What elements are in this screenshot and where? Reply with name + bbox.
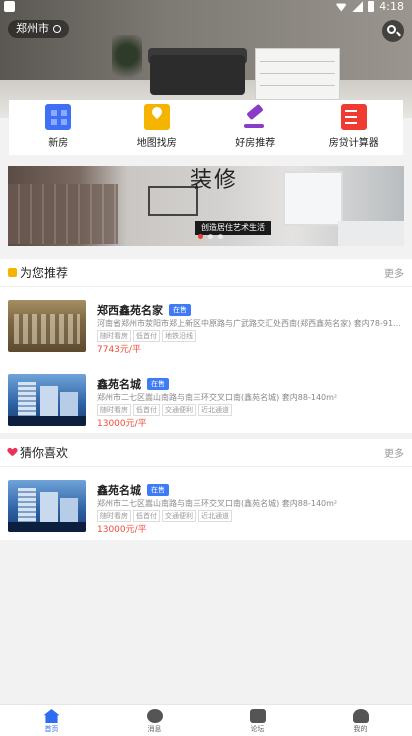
map-icon <box>143 104 170 130</box>
banner-tagline: 创造居住艺术生活 <box>195 221 271 235</box>
tab-label: 消息 <box>147 725 162 733</box>
menu-item-label: 地图找房 <box>136 138 177 149</box>
tab-profile[interactable]: 我的 <box>309 705 412 736</box>
bottom-tab-bar: 首页 消息 论坛 我的 <box>0 704 412 736</box>
more-link[interactable]: 更多 <box>384 265 404 280</box>
property-price: 13000元/平 <box>97 525 147 535</box>
menu-item-label: 新房 <box>48 138 69 149</box>
property-tag: 随时看房 <box>97 510 131 522</box>
hero-plant <box>112 35 142 85</box>
heart-icon <box>8 448 17 457</box>
property-photo <box>8 300 86 352</box>
list-item[interactable]: 鑫苑名城 在售 郑州市二七区嵩山南路与南三环交叉口南(鑫苑名城) 套内88-14… <box>0 467 412 541</box>
property-tag: 交通便利 <box>162 404 196 416</box>
property-price: 13000元/平 <box>97 419 147 429</box>
property-address: 河南省郑州市荥阳市郑上新区中原路与广武路交汇处西南(郑西鑫苑名家) 套内78-9… <box>97 319 401 328</box>
quick-menu: 新房 地图找房 好房推荐 房贷计算器 <box>9 100 403 155</box>
tab-forum[interactable]: 论坛 <box>206 705 309 736</box>
property-tag: 近北通道 <box>198 510 232 522</box>
chat-bubble-icon <box>146 709 163 723</box>
city-selector[interactable]: 郑州市 <box>8 20 69 38</box>
status-bar: 4:18 <box>0 0 412 14</box>
carousel-dot[interactable] <box>218 234 223 239</box>
search-icon <box>387 25 396 34</box>
calculator-icon <box>340 104 367 130</box>
property-tag: 低首付 <box>133 404 160 416</box>
battery-icon <box>368 1 375 12</box>
user-icon <box>352 709 369 723</box>
menu-item-loan-calculator[interactable]: 房贷计算器 <box>305 100 403 155</box>
guess-section: 猜你喜欢 更多 鑫苑名城 在售 郑州市二七区嵩山南路与南三环交叉口南(鑫苑名城)… <box>0 439 412 540</box>
thumbs-up-icon <box>8 268 17 277</box>
property-tag: 低首付 <box>133 510 160 522</box>
menu-item-new-house[interactable]: 新房 <box>9 100 107 155</box>
tab-messages[interactable]: 消息 <box>103 705 206 736</box>
status-time: 4:18 <box>379 0 404 13</box>
section-title: 为您推荐 <box>20 266 69 280</box>
property-tag: 随时看房 <box>97 330 131 342</box>
status-badge: 在售 <box>147 378 169 390</box>
property-address: 郑州市二七区嵩山南路与南三环交叉口南(鑫苑名城) 套内88-140m² <box>97 499 338 508</box>
property-photo <box>8 374 86 426</box>
property-price: 7743元/平 <box>97 345 141 355</box>
property-photo <box>8 480 86 532</box>
tab-label: 论坛 <box>250 725 265 733</box>
property-name: 郑西鑫苑名家 <box>97 304 163 317</box>
list-item[interactable]: 鑫苑名城 在售 郑州市二七区嵩山南路与南三环交叉口南(鑫苑名城) 套内88-14… <box>0 361 412 435</box>
recommend-section: 为您推荐 更多 郑西鑫苑名家 在售 河南省郑州市荥阳市郑上新区中原路与广武路交汇… <box>0 259 412 433</box>
hero-cabinet <box>255 48 340 100</box>
list-item[interactable]: 郑西鑫苑名家 在售 河南省郑州市荥阳市郑上新区中原路与广武路交汇处西南(郑西鑫苑… <box>0 287 412 361</box>
building-icon <box>45 104 72 130</box>
wifi-icon <box>335 3 348 12</box>
hero-sofa <box>150 55 245 95</box>
forum-icon <box>249 709 266 723</box>
status-badge: 在售 <box>147 484 169 496</box>
carousel-dots <box>198 234 223 239</box>
banner-title: 装修 <box>190 168 239 193</box>
property-tag: 地铁沿线 <box>162 330 196 342</box>
tab-home[interactable]: 首页 <box>0 705 103 736</box>
section-title: 猜你喜欢 <box>20 446 69 460</box>
property-tag: 交通便利 <box>162 510 196 522</box>
gavel-icon <box>242 104 268 130</box>
property-tag: 随时看房 <box>97 404 131 416</box>
menu-item-recommend[interactable]: 好房推荐 <box>206 100 304 155</box>
home-icon <box>43 709 60 723</box>
carousel-dot[interactable] <box>198 234 203 239</box>
menu-item-map-search[interactable]: 地图找房 <box>108 100 206 155</box>
promo-banner[interactable]: 装修 创造居住艺术生活 <box>8 166 404 246</box>
property-name: 鑫苑名城 <box>97 378 141 391</box>
carousel-dot[interactable] <box>208 234 213 239</box>
signal-icon <box>352 1 364 12</box>
menu-item-label: 房贷计算器 <box>328 138 379 149</box>
search-button[interactable] <box>382 20 404 42</box>
tab-label: 我的 <box>353 725 368 733</box>
status-badge: 在售 <box>169 304 191 316</box>
property-tag: 低首付 <box>133 330 160 342</box>
city-label: 郑州市 <box>16 22 49 35</box>
more-link[interactable]: 更多 <box>384 445 404 460</box>
notification-icon <box>4 1 15 12</box>
tab-label: 首页 <box>44 725 59 733</box>
menu-item-label: 好房推荐 <box>235 138 276 149</box>
property-tag: 近北通道 <box>198 404 232 416</box>
property-address: 郑州市二七区嵩山南路与南三环交叉口南(鑫苑名城) 套内88-140m² <box>97 393 338 402</box>
property-name: 鑫苑名城 <box>97 484 141 497</box>
location-icon <box>53 25 61 33</box>
